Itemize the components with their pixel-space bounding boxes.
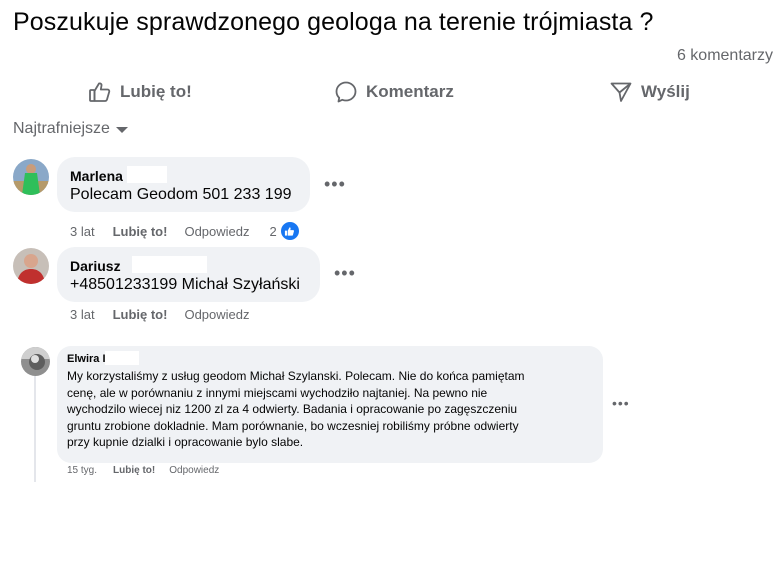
thread-connector-line <box>34 376 36 482</box>
comment-author[interactable]: Dariusz <box>70 258 121 274</box>
avatar[interactable] <box>21 347 50 376</box>
comment-time[interactable]: 3 lat <box>70 224 95 239</box>
post-actions-bar: Lubię to! Komentarz Wyślij <box>0 77 781 107</box>
sort-dropdown[interactable]: Najtrafniejsze <box>13 120 128 138</box>
sort-label: Najtrafniejsze <box>13 120 110 137</box>
more-options-icon[interactable]: ••• <box>612 396 630 410</box>
post-title: Poszukuje sprawdzonego geologa na tereni… <box>13 8 654 36</box>
comment-meta: 3 lat Lubię to! Odpowiedz 2 <box>70 221 300 241</box>
caret-down-icon <box>115 127 128 133</box>
send-icon <box>609 80 633 104</box>
comment-text: +48501233199 Michał Szyłański <box>70 276 300 293</box>
reaction-summary[interactable]: 2 <box>270 221 300 241</box>
comment-reply-button[interactable]: Odpowiedz <box>169 465 219 476</box>
more-options-icon[interactable]: ••• <box>324 175 346 193</box>
like-button[interactable]: Lubię to! <box>88 77 192 107</box>
comment-text: My korzystaliśmy z usług geodom Michał S… <box>67 368 525 451</box>
comment-text-line: My korzystaliśmy z usług geodom Michał S… <box>67 369 525 383</box>
avatar[interactable] <box>13 248 49 284</box>
comment-meta: 3 lat Lubię to! Odpowiedz <box>70 307 250 322</box>
comment-text: Polecam Geodom 501 233 199 <box>70 186 292 203</box>
thumbs-up-icon <box>88 80 112 104</box>
comment-text-line: wychodzilo wiecej niz 1200 zl za 4 odwie… <box>67 402 518 416</box>
avatar[interactable] <box>13 159 49 195</box>
comment-author[interactable]: Marlena <box>70 168 123 184</box>
redaction <box>105 351 139 365</box>
comment-like-button[interactable]: Lubię to! <box>113 465 155 476</box>
comment-reply-button[interactable]: Odpowiedz <box>184 307 249 322</box>
more-options-icon[interactable]: ••• <box>334 264 356 282</box>
comment-text-line: przy kupnie dzialki i opracowanie bylo s… <box>67 435 304 449</box>
speech-bubble-icon <box>334 80 358 104</box>
comments-count-link[interactable]: 6 komentarzy <box>677 47 773 65</box>
like-button-label: Lubię to! <box>120 82 192 101</box>
share-button[interactable]: Wyślij <box>609 77 690 107</box>
redaction <box>132 256 207 273</box>
share-button-label: Wyślij <box>641 82 690 101</box>
comment-time[interactable]: 15 tyg. <box>67 465 97 476</box>
redaction <box>127 166 167 183</box>
comment-text-line: cenę, ale w porównaniu z innymi miejscam… <box>67 385 488 400</box>
comment-button-label: Komentarz <box>366 82 454 101</box>
comment-like-button[interactable]: Lubię to! <box>113 224 168 239</box>
like-reaction-icon <box>279 221 300 241</box>
comment-text-line: gruntu zrobione dokladnie. Mam porównani… <box>67 418 519 433</box>
reaction-count: 2 <box>269 223 277 239</box>
comment-like-button[interactable]: Lubię to! <box>113 307 168 322</box>
comment-author[interactable]: Elwira I <box>67 353 106 365</box>
comment-reply-button[interactable]: Odpowiedz <box>184 224 249 239</box>
comment-meta: 15 tyg. Lubię to! Odpowiedz <box>67 465 219 476</box>
comment-time[interactable]: 3 lat <box>70 307 95 322</box>
comment-button[interactable]: Komentarz <box>334 77 454 107</box>
